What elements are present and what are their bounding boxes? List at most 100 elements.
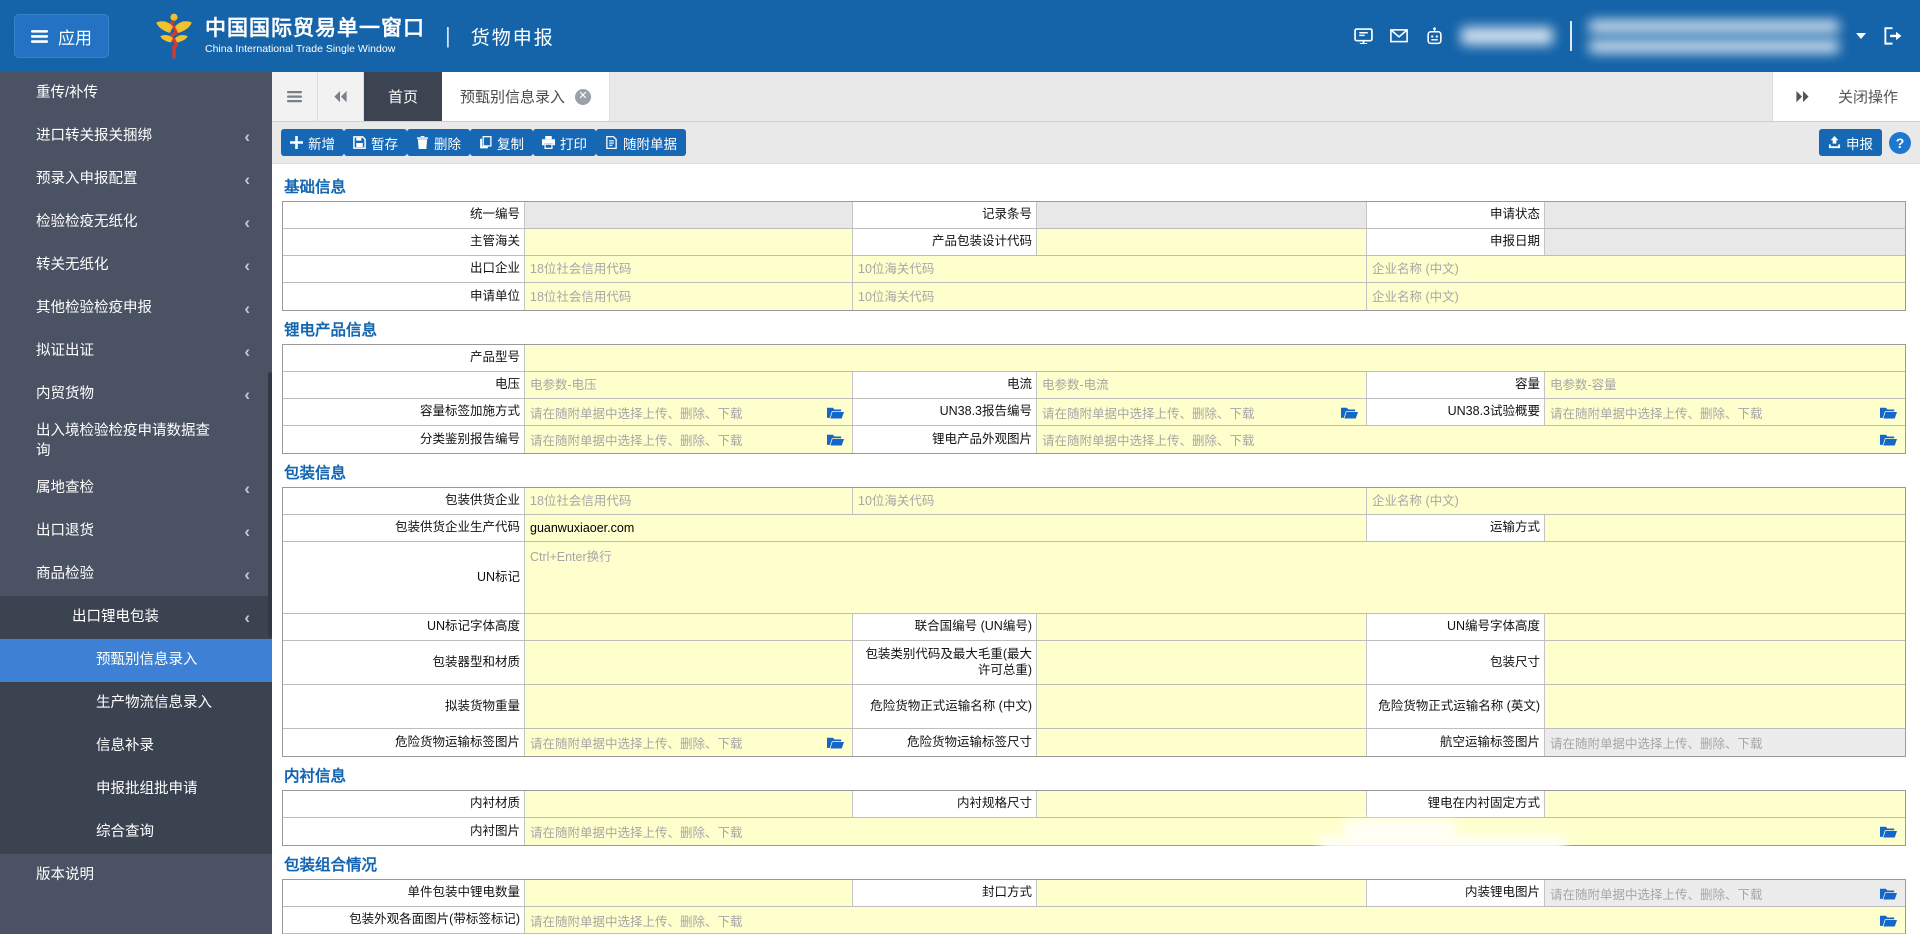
sidebar-item[interactable]: 出口退货‹ [0, 510, 272, 553]
sidebar-item[interactable]: 申报批组批申请 [0, 768, 272, 811]
help-button[interactable]: ? [1889, 132, 1911, 154]
sidebar-item[interactable]: 商品检验‹ [0, 553, 272, 596]
copy-icon [479, 136, 492, 149]
close-tab-icon[interactable]: ✕ [575, 89, 591, 105]
close-operations-button[interactable]: 关闭操作 [1838, 86, 1898, 107]
declare-button[interactable]: 申报 [1819, 129, 1882, 156]
sidebar-item[interactable]: 版本说明 [0, 854, 272, 897]
scroll-tabs-left-button[interactable] [318, 72, 364, 121]
field-input[interactable] [1545, 515, 1905, 541]
field-input[interactable] [525, 345, 1905, 371]
field-input[interactable] [525, 283, 852, 310]
folder-open-icon[interactable] [827, 736, 844, 749]
sidebar-item[interactable]: 预录入申报配置‹ [0, 158, 272, 201]
toolbar-button-label: 复制 [497, 133, 524, 153]
field-input[interactable] [1367, 256, 1905, 282]
folder-open-icon[interactable] [1880, 887, 1897, 900]
sidebar-item[interactable]: 重传/补传 [0, 72, 272, 115]
chevron-down-icon[interactable] [1856, 33, 1866, 39]
field-input[interactable] [1545, 791, 1905, 817]
toolbar-button[interactable]: 新增 [281, 129, 344, 156]
double-chevron-right-icon[interactable] [1795, 91, 1810, 102]
toolbar-button[interactable]: 打印 [533, 129, 596, 156]
field-input[interactable] [525, 515, 1366, 541]
field-input[interactable] [1545, 685, 1905, 728]
toolbar-button[interactable]: 暂存 [344, 129, 407, 156]
upload-field[interactable]: 请在随附单据中选择上传、删除、下载 [525, 818, 1905, 845]
field-input[interactable] [525, 880, 852, 906]
sidebar-item[interactable]: 其他检验检疫申报‹ [0, 287, 272, 330]
sidebar-item[interactable]: 拟证出证‹ [0, 330, 272, 373]
sidebar-item[interactable]: 信息补录 [0, 725, 272, 768]
field-input[interactable] [525, 641, 852, 684]
field-input[interactable] [1545, 641, 1905, 684]
field-input[interactable] [1037, 614, 1366, 640]
field-input[interactable] [525, 229, 852, 255]
toolbar-button[interactable]: 复制 [470, 129, 533, 156]
field-input[interactable] [1037, 880, 1366, 906]
field-input[interactable] [1037, 685, 1366, 728]
field-input[interactable] [1545, 614, 1905, 640]
field-input[interactable] [525, 256, 852, 282]
field-input[interactable] [853, 283, 1366, 310]
field-input[interactable] [525, 488, 852, 514]
upload-field[interactable]: 请在随附单据中选择上传、删除、下载 [1545, 729, 1905, 756]
sidebar-item[interactable]: 预甄别信息录入 [0, 639, 272, 682]
sidebar-item[interactable]: 生产物流信息录入 [0, 682, 272, 725]
robot-assistant-icon[interactable] [1425, 27, 1444, 45]
field-input[interactable] [525, 685, 852, 728]
sidebar-item[interactable]: 出入境检验检疫申请数据查询 [0, 416, 272, 467]
toolbar-button[interactable]: 删除 [407, 129, 470, 156]
mail-icon[interactable] [1390, 29, 1408, 43]
sidebar-item[interactable]: 综合查询 [0, 811, 272, 854]
upload-field[interactable]: 请在随附单据中选择上传、删除、下载 [525, 399, 853, 425]
folder-open-icon[interactable] [827, 433, 844, 446]
sidebar-item[interactable]: 检验检疫无纸化‹ [0, 201, 272, 244]
upload-field[interactable]: 请在随附单据中选择上传、删除、下载 [525, 426, 853, 453]
sidebar-item[interactable]: 出口锂电包装‹ [0, 596, 272, 639]
toolbar-button[interactable]: 随附单据 [596, 129, 686, 156]
sidebar-item[interactable]: 进口转关报关捆绑‹ [0, 115, 272, 158]
upload-field[interactable]: 请在随附单据中选择上传、删除、下载 [525, 907, 1905, 933]
folder-open-icon[interactable] [1341, 406, 1358, 419]
upload-field[interactable]: 请在随附单据中选择上传、删除、下载 [1037, 426, 1905, 453]
field-input[interactable] [853, 488, 1366, 514]
field-input[interactable] [1037, 229, 1366, 255]
field-label: 危险货物运输标签尺寸 [853, 729, 1037, 756]
un-mark-textarea[interactable] [525, 542, 1905, 613]
apps-menu-button[interactable]: 应用 [14, 14, 109, 58]
field-input[interactable] [1545, 372, 1905, 398]
folder-open-icon[interactable] [827, 406, 844, 419]
logout-icon[interactable] [1883, 27, 1902, 45]
upload-field[interactable]: 请在随附单据中选择上传、删除、下载 [1545, 880, 1905, 906]
field-label: 产品包装设计代码 [853, 229, 1037, 255]
field-input[interactable] [853, 256, 1366, 282]
sidebar-item-label: 版本说明 [36, 866, 94, 886]
folder-open-icon[interactable] [1880, 433, 1897, 446]
field-input[interactable] [525, 791, 852, 817]
field-input[interactable] [1037, 791, 1366, 817]
upload-field[interactable]: 请在随附单据中选择上传、删除、下载 [1037, 399, 1367, 425]
sidebar-item[interactable]: 属地查检‹ [0, 467, 272, 510]
upload-field[interactable]: 请在随附单据中选择上传、删除、下载 [525, 729, 853, 756]
tab-home[interactable]: 首页 [364, 72, 442, 121]
sidebar-item[interactable]: 内贸货物‹ [0, 373, 272, 416]
field-input[interactable] [525, 614, 852, 640]
field-input[interactable] [1037, 729, 1366, 756]
sidebar-item[interactable]: 转关无纸化‹ [0, 244, 272, 287]
field-label: 申报日期 [1367, 229, 1545, 255]
folder-open-icon[interactable] [1880, 406, 1897, 419]
field-input[interactable] [1037, 641, 1366, 684]
sidebar-scrollbar[interactable] [268, 372, 272, 637]
upload-field[interactable]: 请在随附单据中选择上传、删除、下载 [1545, 399, 1905, 425]
field-input[interactable] [1367, 283, 1905, 310]
monitor-icon[interactable] [1354, 28, 1373, 45]
tab-current[interactable]: 预甄别信息录入 ✕ [442, 72, 610, 121]
chevron-left-icon: ‹ [244, 523, 250, 540]
field-input[interactable] [525, 372, 852, 398]
field-input[interactable] [1367, 488, 1905, 514]
folder-open-icon[interactable] [1880, 914, 1897, 927]
folder-open-icon[interactable] [1880, 825, 1897, 838]
field-input[interactable] [1037, 372, 1366, 398]
tab-list-menu-button[interactable] [272, 72, 318, 121]
